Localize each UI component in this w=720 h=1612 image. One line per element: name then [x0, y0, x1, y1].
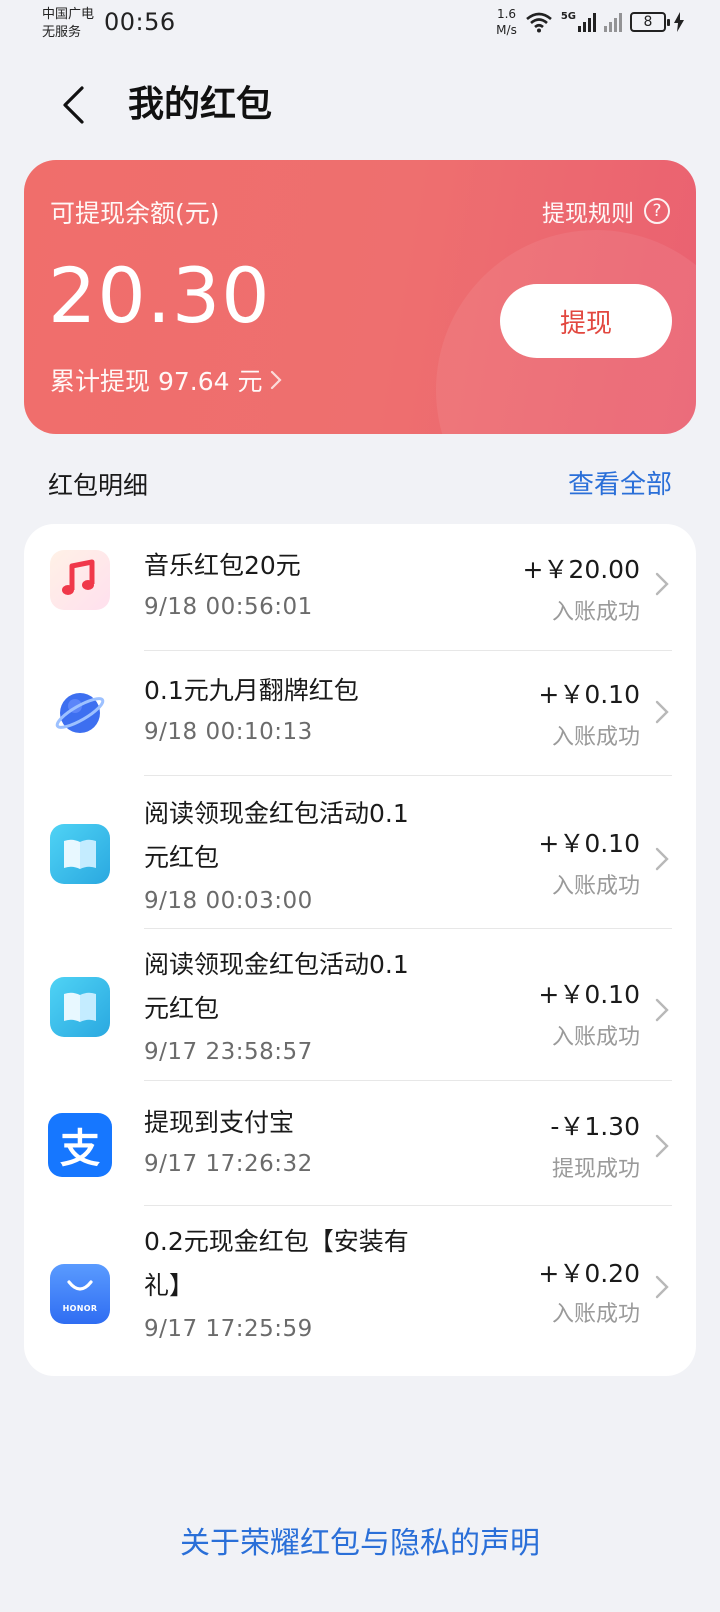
item-status: 入账成功 — [551, 874, 640, 899]
balance-card: 可提现余额(元) 提现规则 ? 20.30 累计提现 97.64 元 提现 — [24, 160, 696, 434]
item-time: 9/18 00:56:01 — [144, 594, 313, 620]
item-title: 阅读领现金红包活动0.1元红包 — [144, 950, 409, 1023]
item-amount: +￥0.10 — [538, 829, 640, 858]
list-item[interactable]: 支 提现到支付宝 9/17 17:26:32 -￥1.30 提现成功 — [24, 1081, 696, 1205]
privacy-statement-link[interactable]: 关于荣耀红包与隐私的声明 — [0, 1518, 720, 1562]
chevron-right-icon — [271, 370, 283, 390]
withdraw-rules-link[interactable]: 提现规则 ? — [542, 194, 670, 228]
list-item[interactable]: 音乐红包20元 9/18 00:56:01 +￥20.00 入账成功 — [24, 524, 696, 650]
status-icons: 1.6 M/s 5G 8 — [496, 6, 684, 38]
network-speed: 1.6 M/s — [496, 6, 517, 38]
chevron-right-icon — [655, 700, 669, 724]
item-time: 9/18 00:03:00 — [144, 888, 313, 914]
network-type: 5G — [560, 11, 576, 22]
total-withdrawn-link[interactable]: 累计提现 97.64 元 — [50, 362, 283, 398]
chevron-right-icon — [655, 1134, 669, 1158]
page-title: 我的红包 — [128, 84, 273, 125]
item-amount: -￥1.30 — [550, 1112, 640, 1141]
charging-icon — [674, 12, 684, 32]
help-icon: ? — [644, 198, 670, 224]
item-amount: +￥20.00 — [522, 555, 640, 584]
details-title: 红包明细 — [48, 471, 149, 500]
item-title: 0.2元现金红包【安装有礼】 — [144, 1227, 409, 1300]
item-status: 入账成功 — [551, 600, 640, 625]
list-item[interactable]: 阅读领现金红包活动0.1元红包 9/18 00:03:00 +￥0.10 入账成… — [24, 776, 696, 928]
item-amount: +￥0.20 — [538, 1259, 640, 1288]
list-item[interactable]: HONOR 0.2元现金红包【安装有礼】 9/17 17:25:59 +￥0.2… — [24, 1206, 696, 1374]
item-status: 入账成功 — [551, 1025, 640, 1050]
back-button[interactable] — [48, 80, 98, 130]
wifi-icon — [525, 12, 552, 33]
item-title: 0.1元九月翻牌红包 — [144, 676, 359, 705]
signal-no-service-icon — [604, 12, 622, 32]
item-time: 9/17 17:26:32 — [144, 1151, 313, 1177]
total-withdrawn-label: 累计提现 97.64 元 — [50, 367, 263, 396]
chevron-right-icon — [655, 998, 669, 1022]
honor-store-icon: HONOR — [50, 1264, 110, 1324]
alipay-icon: 支 — [48, 1113, 112, 1177]
item-amount: +￥0.10 — [538, 680, 640, 709]
balance-amount: 20.30 — [48, 251, 271, 340]
view-all-link[interactable]: 查看全部 — [568, 464, 672, 501]
item-amount: +￥0.10 — [538, 980, 640, 1009]
reader-book-icon — [50, 824, 110, 884]
battery-icon: 8 — [630, 12, 670, 32]
item-title: 阅读领现金红包活动0.1元红包 — [144, 799, 409, 872]
item-status: 入账成功 — [551, 725, 640, 750]
speed-unit: M/s — [496, 23, 517, 37]
red-packet-list: 音乐红包20元 9/18 00:56:01 +￥20.00 入账成功 0.1元九… — [24, 524, 696, 1376]
speed-value: 1.6 — [496, 7, 517, 21]
status-bar: 中国广电 无服务 00:56 1.6 M/s 5G 8 — [0, 0, 720, 50]
item-status: 入账成功 — [551, 1302, 640, 1327]
carrier-name: 中国广电 — [42, 7, 95, 22]
item-title: 音乐红包20元 — [144, 551, 301, 580]
carrier-info: 中国广电 无服务 — [42, 6, 94, 42]
item-time: 9/17 17:25:59 — [144, 1316, 313, 1342]
chevron-left-icon — [63, 86, 84, 124]
item-title: 提现到支付宝 — [144, 1108, 295, 1137]
item-time: 9/18 00:10:13 — [144, 719, 313, 745]
withdraw-button[interactable]: 提现 — [500, 284, 672, 358]
reader-book-icon — [50, 977, 110, 1037]
chevron-right-icon — [655, 1275, 669, 1299]
list-item[interactable]: 0.1元九月翻牌红包 9/18 00:10:13 +￥0.10 入账成功 — [24, 651, 696, 775]
music-app-icon — [50, 550, 110, 610]
browser-planet-icon — [50, 683, 110, 743]
item-time: 9/17 23:58:57 — [144, 1039, 313, 1065]
balance-label: 可提现余额(元) — [50, 199, 220, 228]
status-time: 00:56 — [104, 8, 176, 36]
list-item[interactable]: 阅读领现金红包活动0.1元红包 9/17 23:58:57 +￥0.10 入账成… — [24, 929, 696, 1080]
carrier-service: 无服务 — [42, 25, 82, 40]
honor-label: HONOR — [62, 1304, 98, 1313]
page-header: 我的红包 — [0, 72, 720, 138]
item-status: 提现成功 — [551, 1157, 640, 1182]
chevron-right-icon — [655, 572, 669, 596]
rules-label: 提现规则 — [542, 201, 634, 227]
signal-icon — [578, 12, 596, 32]
chevron-right-icon — [655, 847, 669, 871]
